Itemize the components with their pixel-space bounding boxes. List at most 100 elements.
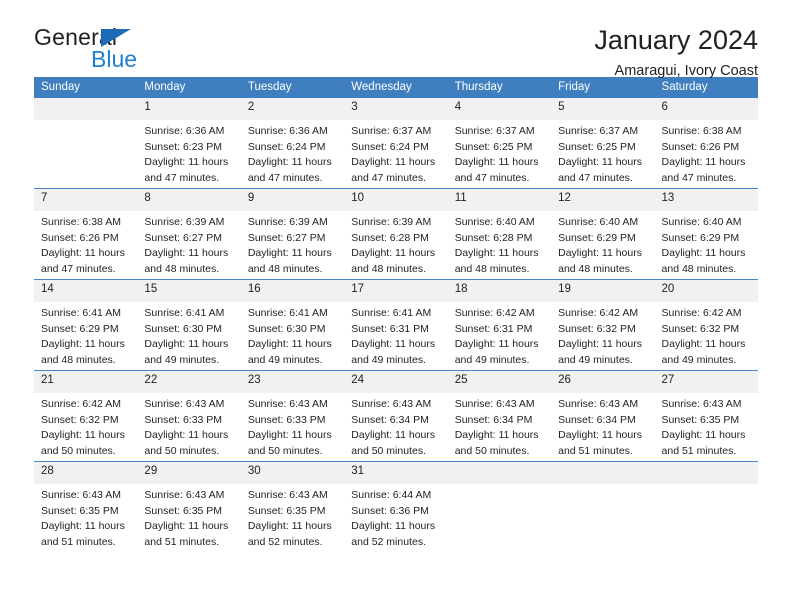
weekday-header-tuesday: Tuesday [240,77,345,98]
daylight-text-line2: and 50 minutes. [144,444,220,457]
weekday-header-thursday: Thursday [447,77,552,98]
day-number [654,462,758,484]
sunset-text: Sunset: 6:34 PM [558,413,636,426]
calendar-day-cell[interactable]: 12 Sunrise: 6:40 AM Sunset: 6:29 PM Dayligh… [551,188,655,280]
day-details: Sunrise: 6:40 AM Sunset: 6:29 PM Daylight:… [551,211,654,277]
daylight-text-line1: Daylight: 11 hours [144,247,229,260]
calendar-day-cell[interactable]: 27 Sunrise: 6:43 AM Sunset: 6:35 PM Dayligh… [654,370,758,462]
calendar-day-cell[interactable]: 4 Sunrise: 6:37 AM Sunset: 6:25 PM Daylight… [447,98,552,189]
calendar-day-cell[interactable]: 6 Sunrise: 6:38 AM Sunset: 6:26 PM Daylight… [654,98,758,189]
day-details: Sunrise: 6:36 AM Sunset: 6:23 PM Daylight:… [137,120,240,186]
sunset-text: Sunset: 6:29 PM [661,231,740,244]
day-number: 15 [137,280,241,302]
sunset-text: Sunset: 6:27 PM [144,231,223,244]
calendar-day-cell[interactable]: 11 Sunrise: 6:40 AM Sunset: 6:28 PM Dayligh… [447,188,552,280]
calendar-day-cell[interactable]: 5 Sunrise: 6:37 AM Sunset: 6:25 PM Daylight… [551,98,655,189]
day-details: Sunrise: 6:43 AM Sunset: 6:34 PM Daylight:… [448,393,551,459]
sunrise-text: Sunrise: 6:43 AM [454,398,535,410]
page-header: General Blue January 2024 Amaragui, Ivor… [34,0,758,80]
calendar-day-cell[interactable]: 3 Sunrise: 6:37 AM Sunset: 6:24 PM Daylight… [344,98,448,189]
calendar-day-cell[interactable]: 9 Sunrise: 6:39 AM Sunset: 6:27 PM Daylight… [240,188,345,280]
sunset-text: Sunset: 6:34 PM [351,413,429,426]
day-details: Sunrise: 6:43 AM Sunset: 6:35 PM Daylight:… [34,484,137,550]
sunset-text: Sunset: 6:35 PM [247,504,326,517]
daylight-text-line1: Daylight: 11 hours [247,429,332,442]
day-number: 5 [551,98,655,120]
calendar-day-cell[interactable]: 26 Sunrise: 6:43 AM Sunset: 6:34 PM Dayligh… [551,370,655,462]
sunrise-text: Sunrise: 6:39 AM [351,216,432,228]
triangle-icon [101,29,131,47]
sunrise-text: Sunrise: 6:38 AM [41,216,121,228]
day-details: Sunrise: 6:43 AM Sunset: 6:35 PM Daylight:… [241,484,344,550]
calendar-day-cell[interactable]: 31 Sunrise: 6:44 AM Sunset: 6:36 PM Dayligh… [344,462,448,553]
day-number: 2 [240,98,345,120]
day-details: Sunrise: 6:41 AM Sunset: 6:30 PM Daylight:… [241,302,344,368]
sunrise-text: Sunrise: 6:40 AM [454,216,535,228]
sunset-text: Sunset: 6:26 PM [41,231,119,244]
day-details: Sunrise: 6:38 AM Sunset: 6:26 PM Daylight:… [34,211,137,277]
sunrise-text: Sunrise: 6:41 AM [144,307,225,319]
sunset-text: Sunset: 6:35 PM [661,413,740,426]
calendar-day-cell[interactable]: 23 Sunrise: 6:43 AM Sunset: 6:33 PM Dayligh… [240,370,345,462]
day-number: 8 [137,189,241,211]
daylight-text-line1: Daylight: 11 hours [41,338,125,351]
calendar-day-cell[interactable]: 10 Sunrise: 6:39 AM Sunset: 6:28 PM Dayligh… [344,188,448,280]
calendar-day-cell[interactable]: 16 Sunrise: 6:41 AM Sunset: 6:30 PM Dayligh… [240,279,345,371]
calendar-day-cell[interactable]: 17 Sunrise: 6:41 AM Sunset: 6:31 PM Dayligh… [344,279,448,371]
daylight-text-line2: and 47 minutes. [661,171,737,184]
calendar-day-cell[interactable]: 8 Sunrise: 6:39 AM Sunset: 6:27 PM Daylight… [137,188,241,280]
calendar-day-cell[interactable]: 7 Sunrise: 6:38 AM Sunset: 6:26 PM Daylight… [34,188,138,280]
calendar-day-cell[interactable]: 18 Sunrise: 6:42 AM Sunset: 6:31 PM Dayligh… [447,279,552,371]
brand-logo[interactable]: General Blue [34,26,184,80]
day-number: 20 [654,280,758,302]
day-details: Sunrise: 6:43 AM Sunset: 6:35 PM Daylight:… [137,484,240,550]
daylight-text-line2: and 47 minutes. [41,262,116,275]
calendar-day-cell[interactable]: 13 Sunrise: 6:40 AM Sunset: 6:29 PM Dayligh… [654,188,758,280]
day-details: Sunrise: 6:43 AM Sunset: 6:33 PM Daylight:… [137,393,240,459]
daylight-text-line2: and 50 minutes. [454,444,530,457]
sunrise-text: Sunrise: 6:41 AM [41,307,121,319]
daylight-text-line2: and 51 minutes. [144,535,220,548]
sunset-text: Sunset: 6:26 PM [661,140,740,153]
calendar-day-cell[interactable]: 25 Sunrise: 6:43 AM Sunset: 6:34 PM Dayligh… [447,370,552,462]
calendar-day-cell[interactable]: 19 Sunrise: 6:42 AM Sunset: 6:32 PM Dayligh… [551,279,655,371]
day-details: Sunrise: 6:37 AM Sunset: 6:25 PM Daylight:… [448,120,551,186]
calendar-cell-empty [34,98,138,189]
calendar-day-cell[interactable]: 1 Sunrise: 6:36 AM Sunset: 6:23 PM Daylight… [137,98,241,189]
calendar-day-cell[interactable]: 29 Sunrise: 6:43 AM Sunset: 6:35 PM Dayligh… [137,462,241,553]
calendar-day-cell[interactable]: 15 Sunrise: 6:41 AM Sunset: 6:30 PM Dayligh… [137,279,241,371]
sunrise-text: Sunrise: 6:37 AM [351,125,432,137]
sunrise-text: Sunrise: 6:42 AM [454,307,535,319]
brand-name-secondary: Blue [91,46,138,72]
calendar-day-cell[interactable]: 2 Sunrise: 6:36 AM Sunset: 6:24 PM Daylight… [240,98,345,189]
daylight-text-line1: Daylight: 11 hours [41,429,125,442]
daylight-text-line2: and 49 minutes. [144,353,220,366]
daylight-text-line1: Daylight: 11 hours [351,429,436,442]
day-number: 26 [551,371,655,393]
daylight-text-line1: Daylight: 11 hours [661,338,746,351]
day-details: Sunrise: 6:37 AM Sunset: 6:25 PM Daylight:… [551,120,654,186]
day-details: Sunrise: 6:41 AM Sunset: 6:31 PM Daylight:… [344,302,447,368]
calendar-day-cell[interactable]: 28 Sunrise: 6:43 AM Sunset: 6:35 PM Dayligh… [34,462,138,553]
sunset-text: Sunset: 6:32 PM [558,322,636,335]
calendar-day-cell[interactable]: 14 Sunrise: 6:41 AM Sunset: 6:29 PM Dayligh… [34,279,138,371]
weekday-header-sunday: Sunday [34,77,138,98]
day-number: 14 [34,280,138,302]
day-number: 24 [344,371,448,393]
day-number: 10 [344,189,448,211]
day-number: 22 [137,371,241,393]
calendar-day-cell[interactable]: 22 Sunrise: 6:43 AM Sunset: 6:33 PM Dayligh… [137,370,241,462]
daylight-text-line1: Daylight: 11 hours [661,429,746,442]
calendar-day-cell[interactable]: 30 Sunrise: 6:43 AM Sunset: 6:35 PM Dayligh… [240,462,345,553]
sunrise-text: Sunrise: 6:40 AM [558,216,639,228]
calendar-week-row: 28 Sunrise: 6:43 AM Sunset: 6:35 PM Dayligh… [34,462,758,553]
day-number: 21 [34,371,138,393]
day-number: 1 [137,98,241,120]
calendar-day-cell[interactable]: 24 Sunrise: 6:43 AM Sunset: 6:34 PM Dayligh… [344,370,448,462]
calendar-day-cell[interactable]: 20 Sunrise: 6:42 AM Sunset: 6:32 PM Dayligh… [654,279,758,371]
day-details: Sunrise: 6:42 AM Sunset: 6:31 PM Daylight:… [448,302,551,368]
day-number: 31 [344,462,448,484]
calendar-day-cell[interactable]: 21 Sunrise: 6:42 AM Sunset: 6:32 PM Dayligh… [34,370,138,462]
daylight-text-line1: Daylight: 11 hours [247,338,332,351]
sunset-text: Sunset: 6:33 PM [247,413,326,426]
